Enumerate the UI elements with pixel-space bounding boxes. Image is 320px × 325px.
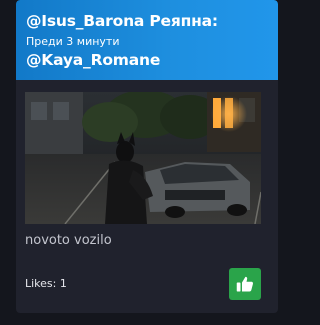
post-timestamp: Преди 3 минути [26,35,120,48]
post-header: @Isus_Barona Реяпна: Преди 3 минути @Kay… [16,0,278,80]
post-mention: @Kaya_Romane [26,51,161,69]
post-author: @Isus_Barona Реяпна: [26,12,218,30]
post-caption: novoto vozilo [25,233,112,248]
likes-count: Likes: 1 [25,277,67,290]
thumbs-up-icon [236,276,254,292]
post-image[interactable] [25,92,261,224]
like-button[interactable] [229,268,261,300]
post-card: @Isus_Barona Реяпна: Преди 3 минути @Kay… [16,0,278,313]
